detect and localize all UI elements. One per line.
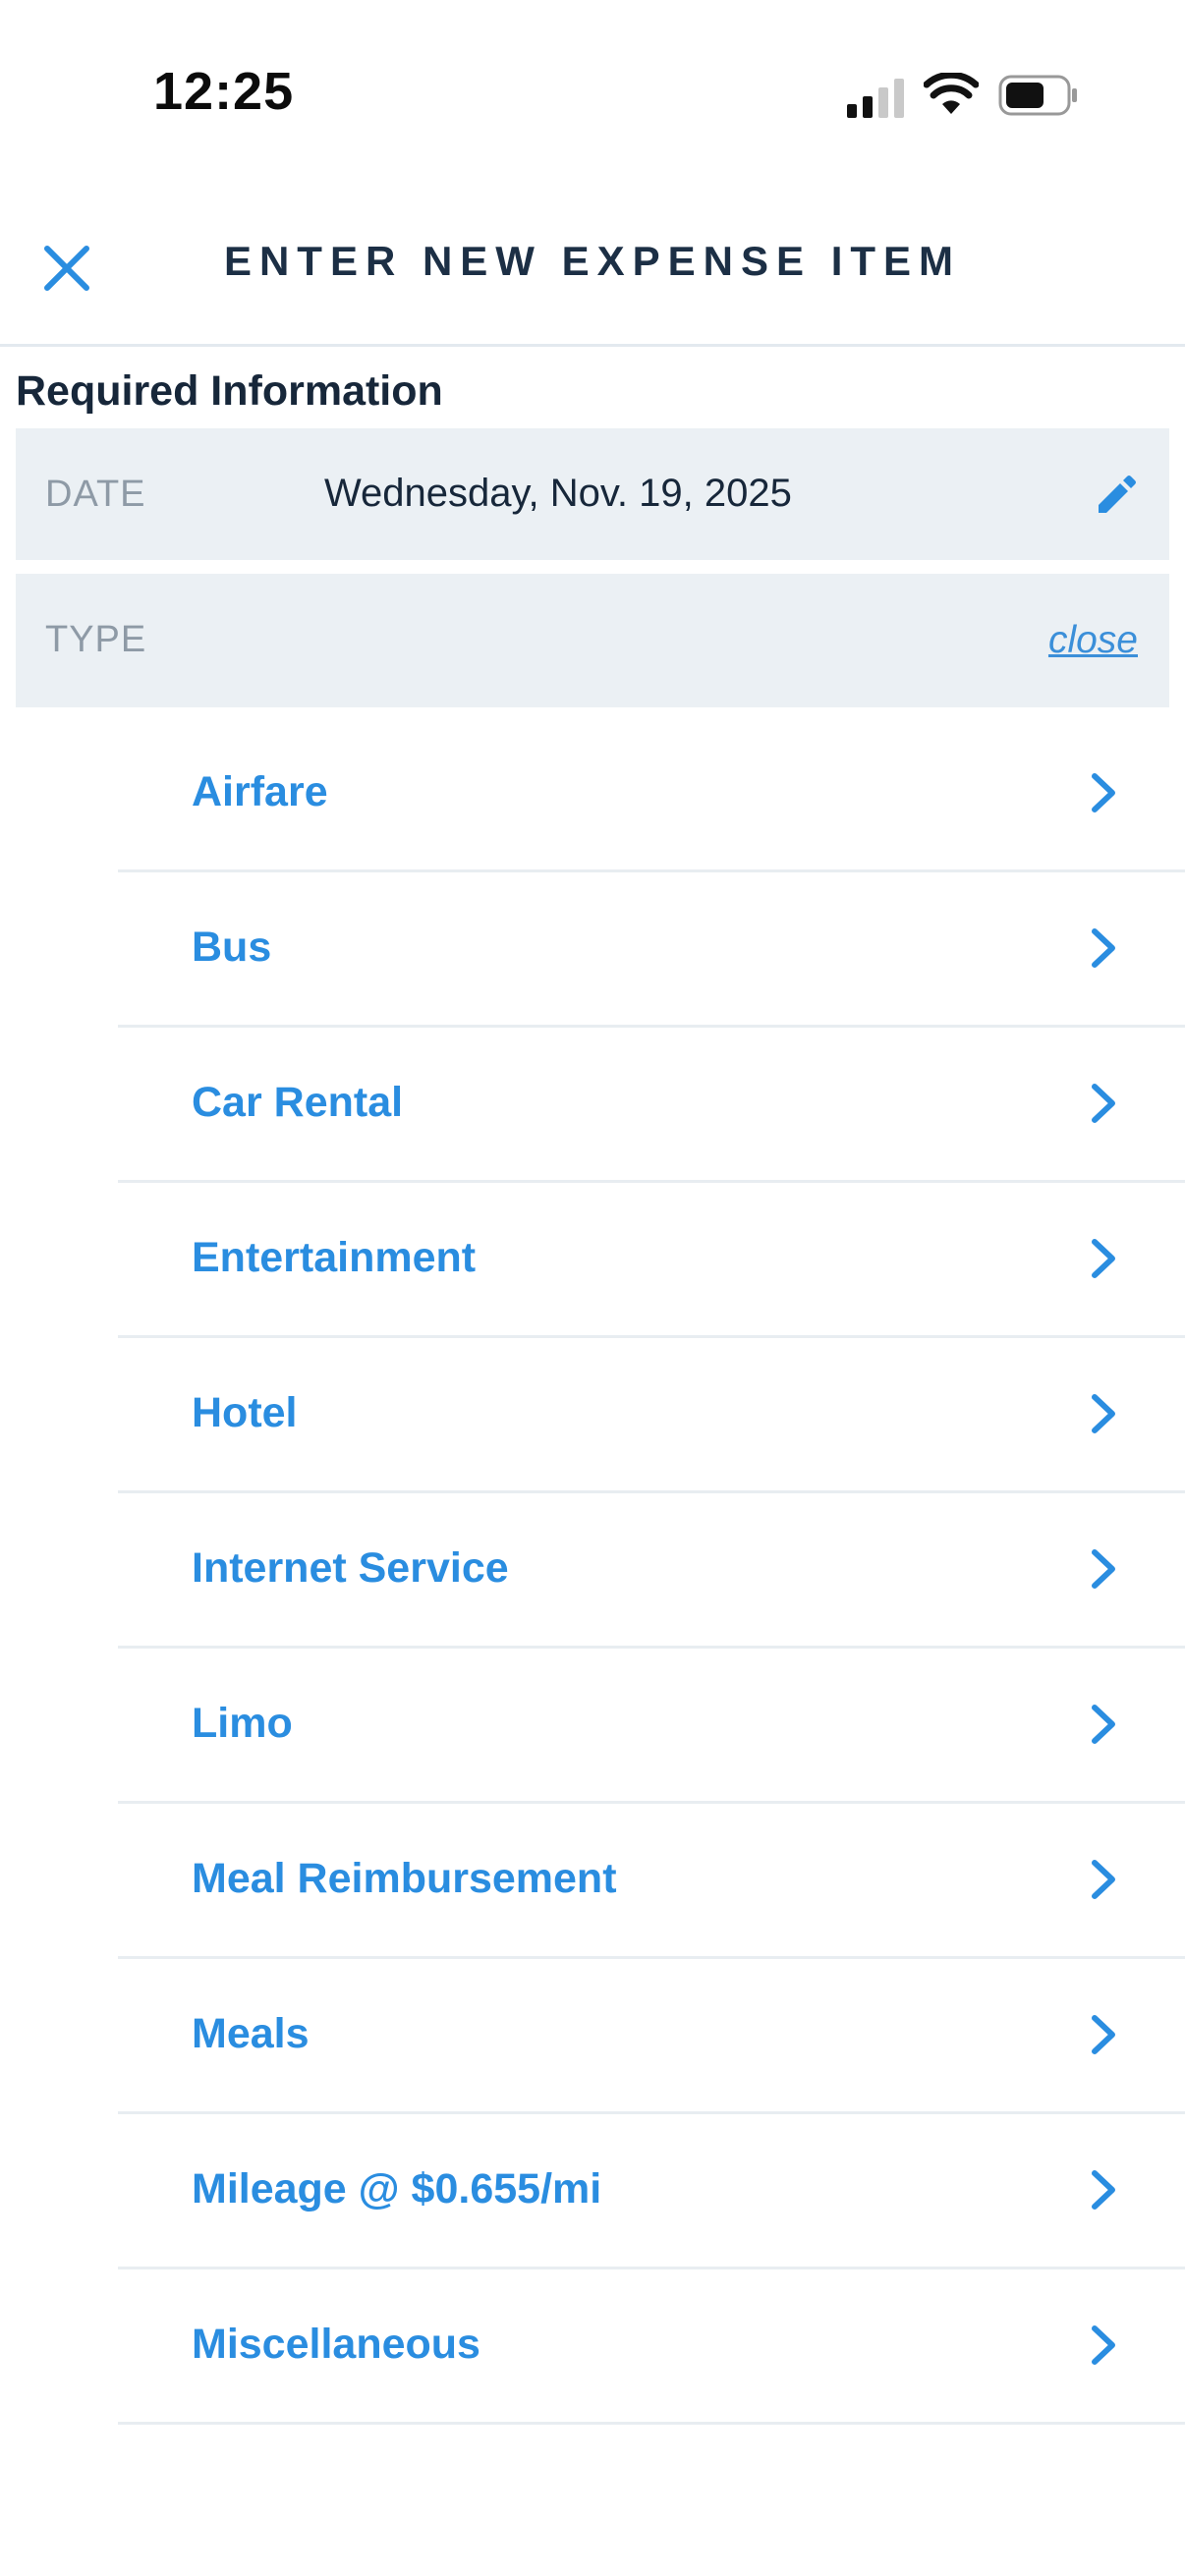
expense-type-list: Airfare Bus Car Rental Entertainment Hotel In… bbox=[118, 717, 1185, 2476]
chevron-right-icon bbox=[1092, 1705, 1115, 1744]
expense-type-label: Entertainment bbox=[192, 1234, 477, 1281]
expense-type-item[interactable]: Entertainment bbox=[118, 1183, 1185, 1338]
expense-type-item[interactable]: Miscellaneous bbox=[118, 2269, 1185, 2425]
status-time: 12:25 bbox=[153, 62, 295, 121]
header: ENTER NEW EXPENSE ITEM bbox=[0, 196, 1185, 347]
section-title: Required Information bbox=[16, 367, 443, 415]
expense-type-label: Bus bbox=[192, 924, 272, 971]
expense-type-label: Mileage @ $0.655/mi bbox=[192, 2165, 602, 2212]
chevron-right-icon bbox=[1092, 1549, 1115, 1589]
expense-type-item[interactable]: Parking bbox=[118, 2425, 1185, 2476]
pencil-icon[interactable] bbox=[1095, 474, 1138, 517]
cellular-signal-icon bbox=[847, 79, 904, 118]
date-field[interactable]: DATE Wednesday, Nov. 19, 2025 bbox=[16, 428, 1169, 560]
expense-type-item[interactable]: Car Rental bbox=[118, 1028, 1185, 1183]
date-label: DATE bbox=[45, 474, 146, 515]
expense-type-label: Airfare bbox=[192, 768, 328, 815]
expense-type-label: Miscellaneous bbox=[192, 2321, 480, 2368]
expense-type-item[interactable]: Bus bbox=[118, 872, 1185, 1028]
chevron-right-icon bbox=[1092, 1239, 1115, 1278]
expense-type-label: Meal Reimbursement bbox=[192, 1855, 617, 1902]
chevron-right-icon bbox=[1092, 773, 1115, 812]
expense-item-screen: 12:25 ENTER NEW EXPENSE ITEM Required In… bbox=[0, 0, 1185, 2576]
type-label: TYPE bbox=[45, 619, 147, 660]
page-title: ENTER NEW EXPENSE ITEM bbox=[223, 238, 962, 284]
chevron-right-icon bbox=[1092, 928, 1115, 968]
chevron-right-icon bbox=[1092, 2325, 1115, 2365]
expense-type-label: Limo bbox=[192, 1700, 293, 1747]
type-field: TYPE close bbox=[16, 574, 1169, 707]
expense-type-label: Car Rental bbox=[192, 1079, 404, 1126]
chevron-right-icon bbox=[1092, 1084, 1115, 1123]
expense-type-item[interactable]: Internet Service bbox=[118, 1493, 1185, 1649]
chevron-right-icon bbox=[1092, 2015, 1115, 2054]
expense-type-label: Meals bbox=[192, 2010, 310, 2057]
wifi-icon bbox=[924, 73, 979, 114]
expense-type-item[interactable]: Limo bbox=[118, 1649, 1185, 1804]
expense-type-item[interactable]: Hotel bbox=[118, 1338, 1185, 1493]
close-type-list-link[interactable]: close bbox=[1048, 619, 1138, 662]
chevron-right-icon bbox=[1092, 2170, 1115, 2210]
expense-type-label: Internet Service bbox=[192, 1544, 509, 1592]
battery-icon bbox=[998, 75, 1077, 116]
expense-type-item[interactable]: Mileage @ $0.655/mi bbox=[118, 2114, 1185, 2269]
chevron-right-icon bbox=[1092, 1394, 1115, 1433]
status-bar: 12:25 bbox=[0, 0, 1185, 196]
expense-type-item[interactable]: Meal Reimbursement bbox=[118, 1804, 1185, 1959]
expense-type-item[interactable]: Meals bbox=[118, 1959, 1185, 2114]
expense-type-label: Hotel bbox=[192, 1389, 298, 1436]
chevron-right-icon bbox=[1092, 1860, 1115, 1899]
date-value: Wednesday, Nov. 19, 2025 bbox=[324, 472, 792, 515]
expense-type-item[interactable]: Airfare bbox=[118, 717, 1185, 872]
